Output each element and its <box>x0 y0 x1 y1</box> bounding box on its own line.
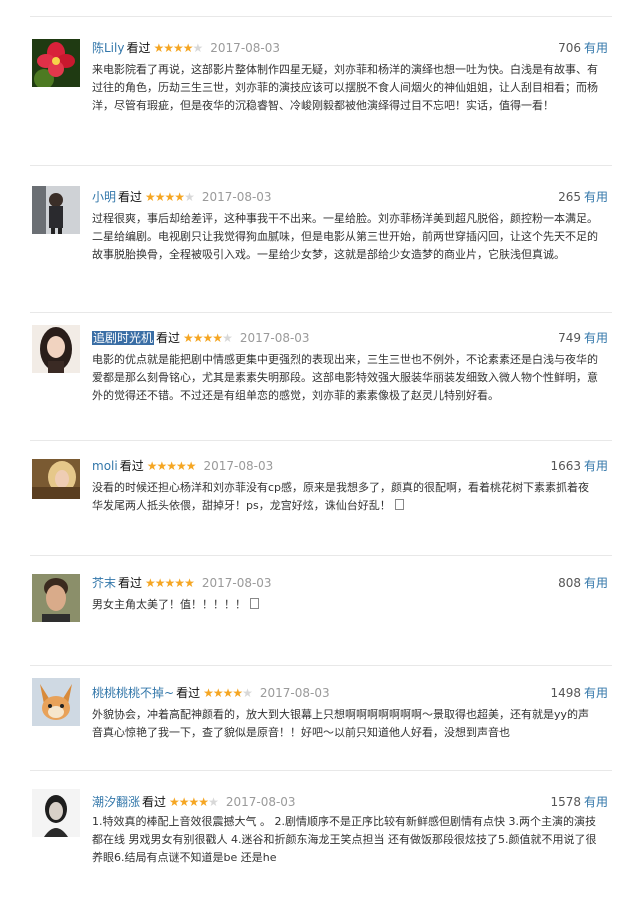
useful-count: 265 <box>558 190 581 204</box>
useful-count: 1663 <box>550 459 581 473</box>
useful-button[interactable]: 有用 <box>584 41 608 55</box>
useful-count: 1498 <box>550 686 581 700</box>
review-text: 男女主角太美了！值！！！！！ <box>92 598 246 611</box>
useful-button[interactable]: 有用 <box>584 576 608 590</box>
review-date: 2017-08-03 <box>210 41 281 55</box>
review-card: moli 看过 ★★★★★ 2017-08-03 1663 有用 没看的时候还担心杨洋和… <box>30 440 612 541</box>
author-link[interactable]: 追剧时光机 <box>92 331 155 345</box>
watched-label: 看过 <box>118 190 143 204</box>
review-text-wrap: 男女主角太美了！值！！！！！ <box>92 596 600 614</box>
review-card: 追剧时光机 看过 ★★★★★ 2017-08-03 749 有用 电影的优点就是能把剧中… <box>30 312 612 433</box>
review-text: 外貌协会，冲着高配神颜看的，放大到大银幕上只想啊啊啊啊啊啊啊～景取得也超美，还有… <box>92 708 590 739</box>
watched-label: 看过 <box>156 331 181 345</box>
useful-count: 706 <box>558 41 581 55</box>
useful-count: 749 <box>558 331 581 345</box>
useful-button[interactable]: 有用 <box>584 331 608 345</box>
author-link[interactable]: moli <box>92 459 118 473</box>
watched-label: 看过 <box>142 795 167 809</box>
avatar[interactable] <box>32 186 80 234</box>
review-card: 陈Lily 看过 ★★★★★ 2017-08-03 706 有用 来电影院看了再说，这部… <box>30 16 612 151</box>
review-date: 2017-08-03 <box>201 576 272 590</box>
useful-vote[interactable]: 1663 有用 <box>550 457 608 475</box>
useful-vote[interactable]: 265 有用 <box>558 188 608 206</box>
useful-vote[interactable]: 749 有用 <box>558 329 608 347</box>
review-meta: 小明 看过 ★★★★★ 2017-08-03 <box>92 188 272 206</box>
review-text: 电影的优点就是能把剧中情感更集中更强烈的表现出来，三生三世也不例外，不论素素还是… <box>92 353 598 402</box>
avatar[interactable] <box>32 325 80 373</box>
review-meta: 芥末 看过 ★★★★★ 2017-08-03 <box>92 574 272 592</box>
emoji-icon <box>250 598 259 609</box>
useful-count: 808 <box>558 576 581 590</box>
review-date: 2017-08-03 <box>201 190 272 204</box>
useful-button[interactable]: 有用 <box>584 686 608 700</box>
avatar[interactable] <box>32 678 80 726</box>
review-text: 1.特效真的棒配上音效很震撼大气 。 2.剧情顺序不是正序比较有新鲜感但剧情有点… <box>92 815 597 864</box>
review-card: 小明 看过 ★★★★★ 2017-08-03 265 有用 过程很爽，事后却给差评，这种… <box>30 165 612 306</box>
watched-label: 看过 <box>119 459 144 473</box>
rating-stars: ★★★★★ <box>169 795 219 809</box>
review-text: 过程很爽，事后却给差评，这种事我干不出来。一星给脸。刘亦菲杨洋美到超凡脱俗，颜控… <box>92 212 598 261</box>
useful-vote[interactable]: 808 有用 <box>558 574 608 592</box>
review-meta: moli 看过 ★★★★★ 2017-08-03 <box>92 457 273 475</box>
watched-label: 看过 <box>126 41 151 55</box>
rating-stars: ★★★★★ <box>146 459 197 473</box>
review-date: 2017-08-03 <box>259 686 330 700</box>
review-date: 2017-08-03 <box>225 795 296 809</box>
review-card: 芥末 看过 ★★★★★ 2017-08-03 808 有用 男女主角太美了！值！！！！！ <box>30 555 612 646</box>
rating-stars: ★★★★★ <box>183 331 233 345</box>
useful-button[interactable]: 有用 <box>584 190 608 204</box>
review-card: 潮汐翻涨 看过 ★★★★★ 2017-08-03 1578 有用 1.特效真的棒配上音效… <box>30 770 612 881</box>
watched-label: 看过 <box>176 686 201 700</box>
useful-button[interactable]: 有用 <box>584 459 608 473</box>
rating-stars: ★★★★★ <box>145 576 195 590</box>
review-text: 来电影院看了再说，这部影片整体制作四星无疑，刘亦菲和杨洋的演绎也想一吐为快。白浅… <box>92 63 598 112</box>
review-text: 没看的时候还担心杨洋和刘亦菲没有cp感，原来是我想多了，颜真的很配啊，看着桃花树… <box>92 481 590 512</box>
review-meta: 陈Lily 看过 ★★★★★ 2017-08-03 <box>92 39 280 57</box>
author-link[interactable]: 桃桃桃桃不掉~ <box>92 686 174 700</box>
avatar[interactable] <box>32 459 80 499</box>
author-link[interactable]: 陈Lily <box>92 41 124 55</box>
review-card: 桃桃桃桃不掉~ 看过 ★★★★★ 2017-08-03 1498 有用 外貌协会，冲着高… <box>30 665 612 766</box>
rating-stars: ★★★★★ <box>153 41 203 55</box>
review-meta: 追剧时光机 看过 ★★★★★ 2017-08-03 <box>92 329 310 347</box>
useful-vote[interactable]: 1578 有用 <box>550 793 608 811</box>
review-date: 2017-08-03 <box>203 459 274 473</box>
review-meta: 潮汐翻涨 看过 ★★★★★ 2017-08-03 <box>92 793 296 811</box>
useful-vote[interactable]: 1498 有用 <box>550 684 608 702</box>
author-link[interactable]: 潮汐翻涨 <box>92 795 140 809</box>
useful-button[interactable]: 有用 <box>584 795 608 809</box>
rating-stars: ★★★★★ <box>203 686 253 700</box>
useful-vote[interactable]: 706 有用 <box>558 39 608 57</box>
avatar[interactable] <box>32 574 80 622</box>
rating-stars: ★★★★★ <box>145 190 195 204</box>
author-link[interactable]: 芥末 <box>92 576 116 590</box>
avatar[interactable] <box>32 39 80 87</box>
watched-label: 看过 <box>118 576 143 590</box>
emoji-icon <box>394 499 404 510</box>
review-date: 2017-08-03 <box>239 331 310 345</box>
review-text-wrap: 没看的时候还担心杨洋和刘亦菲没有cp感，原来是我想多了，颜真的很配啊，看着桃花树… <box>92 479 600 515</box>
author-link[interactable]: 小明 <box>92 190 116 204</box>
review-meta: 桃桃桃桃不掉~ 看过 ★★★★★ 2017-08-03 <box>92 684 330 702</box>
useful-count: 1578 <box>550 795 581 809</box>
avatar[interactable] <box>32 789 80 837</box>
